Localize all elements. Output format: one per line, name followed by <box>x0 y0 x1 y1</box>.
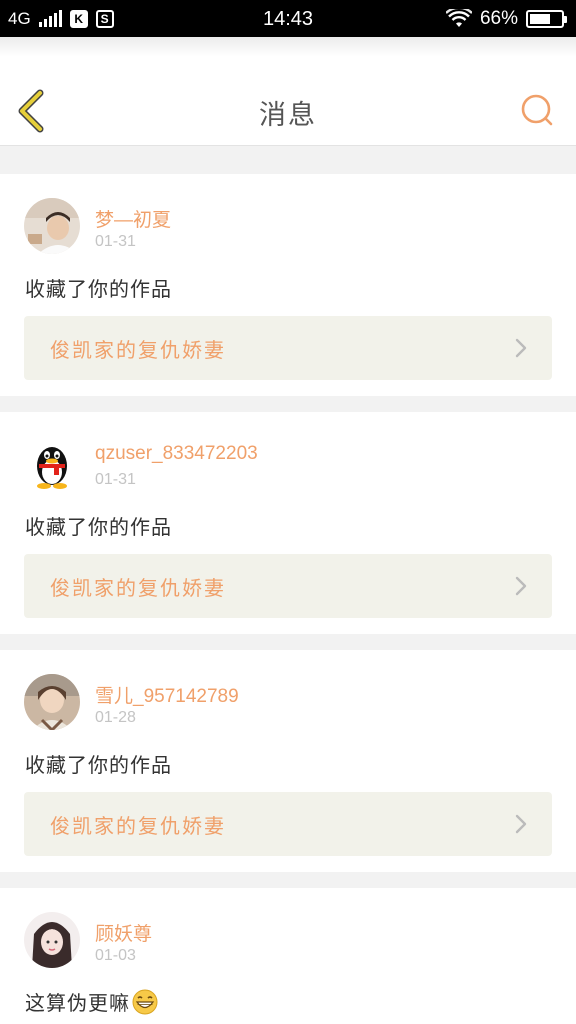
page-title: 消息 <box>259 100 317 131</box>
message-item: 梦—初夏 01-31 收藏了你的作品 俊凯家的复仇娇妻 <box>0 174 576 396</box>
username[interactable]: qzuser_833472203 <box>95 443 258 465</box>
message-text: 收藏了你的作品 <box>25 277 172 301</box>
signal-icon <box>38 10 62 27</box>
avatar[interactable] <box>24 674 80 730</box>
message-item: qzuser_833472203 01-31 收藏了你的作品 俊凯家的复仇娇妻 <box>0 412 576 634</box>
s-app-icon: S <box>95 9 114 28</box>
k-app-icon: K <box>69 9 88 28</box>
avatar[interactable] <box>24 912 80 968</box>
wifi-icon <box>445 8 472 27</box>
battery-percent: 66% <box>479 7 518 29</box>
back-button[interactable] <box>14 89 48 133</box>
chevron-right-icon <box>515 814 527 834</box>
message-date: 01-31 <box>95 471 136 488</box>
chevron-right-icon <box>515 576 527 596</box>
network-type: 4G <box>8 8 31 28</box>
work-title: 俊凯家的复仇娇妻 <box>50 575 226 600</box>
message-date: 01-31 <box>95 233 136 250</box>
username[interactable]: 梦—初夏 <box>95 205 171 232</box>
chevron-right-icon <box>515 338 527 358</box>
grinning-emoji-icon <box>132 989 158 1015</box>
username[interactable]: 雪儿_957142789 <box>95 681 239 708</box>
status-bar: 4G K S 14:43 66% <box>0 0 576 37</box>
search-icon <box>521 94 553 126</box>
message-item: 顾妖尊 01-03 这算伪更嘛 <box>0 888 576 1024</box>
message-text: 这算伪更嘛 <box>25 987 158 1016</box>
username[interactable]: 顾妖尊 <box>95 919 152 946</box>
app-header: 消息 <box>0 37 576 146</box>
battery-icon <box>526 9 567 28</box>
message-list: 梦—初夏 01-31 收藏了你的作品 俊凯家的复仇娇妻 qzuser_83347… <box>0 160 576 1024</box>
work-title: 俊凯家的复仇娇妻 <box>50 337 226 362</box>
message-text: 收藏了你的作品 <box>25 515 172 539</box>
avatar[interactable] <box>24 436 80 492</box>
message-text-content: 这算伪更嘛 <box>25 991 130 1015</box>
message-text: 收藏了你的作品 <box>25 753 172 777</box>
message-date: 01-28 <box>95 709 136 726</box>
message-item: 雪儿_957142789 01-28 收藏了你的作品 俊凯家的复仇娇妻 <box>0 650 576 872</box>
avatar[interactable] <box>24 198 80 254</box>
work-title: 俊凯家的复仇娇妻 <box>50 813 226 838</box>
work-link[interactable]: 俊凯家的复仇娇妻 <box>24 554 552 618</box>
search-button[interactable] <box>520 93 554 127</box>
work-link[interactable]: 俊凯家的复仇娇妻 <box>24 316 552 380</box>
work-link[interactable]: 俊凯家的复仇娇妻 <box>24 792 552 856</box>
message-date: 01-03 <box>95 947 136 964</box>
chevron-left-icon <box>18 89 44 133</box>
